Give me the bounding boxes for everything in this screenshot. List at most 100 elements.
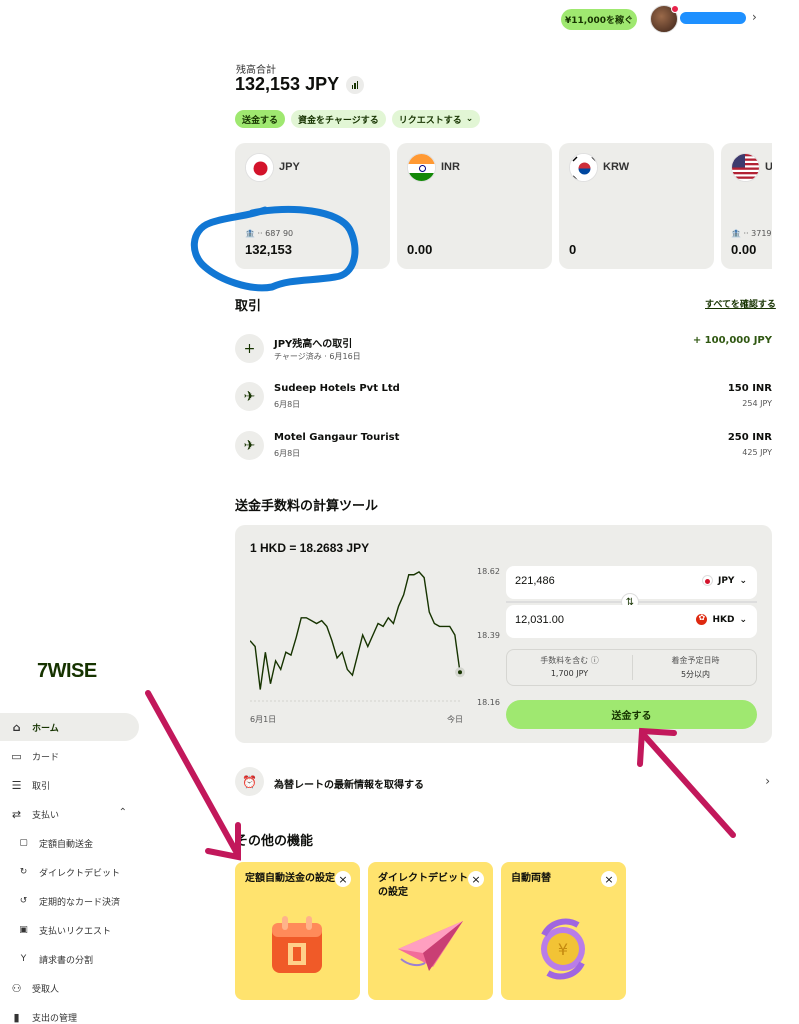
transaction-amount: + 100,000 JPY bbox=[692, 335, 772, 346]
hong-kong-flag-icon bbox=[696, 613, 708, 625]
send-currency-select[interactable]: JPY ⌄ bbox=[701, 575, 747, 586]
redacted-name bbox=[680, 12, 746, 24]
x-tick-label: 今日 bbox=[447, 715, 463, 724]
transaction-converted-amount: 254 JPY bbox=[742, 399, 772, 408]
chevron-right-icon: › bbox=[765, 774, 770, 788]
transaction-row[interactable]: ✈ Sudeep Hotels Pvt Ltd 6月8日 150 INR 254… bbox=[235, 382, 772, 416]
rate-alert-label: 為替レートの最新情報を取得する bbox=[274, 780, 424, 791]
currency-amount: 0.00 bbox=[731, 242, 757, 257]
sidebar-item-cards[interactable]: ▭ カード bbox=[0, 742, 139, 770]
currency-card-krw[interactable]: KRW 0 bbox=[559, 143, 714, 269]
card-icon: ▭ bbox=[11, 749, 22, 763]
see-all-link[interactable]: すべてを確認する bbox=[705, 297, 776, 310]
feature-title: 自動両替 bbox=[511, 873, 551, 884]
sidebar-item-bill-split[interactable]: Y 請求書の分割 bbox=[0, 945, 139, 973]
close-icon[interactable]: × bbox=[601, 871, 617, 887]
currency-card-usd[interactable]: U 🏦 ·· 3719 0.00 bbox=[721, 143, 772, 269]
arrow-to-feature-card bbox=[145, 690, 241, 858]
features-title: その他の機能 bbox=[235, 834, 314, 849]
japan-flag-icon bbox=[245, 153, 274, 182]
account-number: 🏦 ·· 687 90 bbox=[245, 229, 294, 238]
calculator-title: 送金手数料の計算ツール bbox=[235, 499, 379, 514]
exchange-icon: ¥ bbox=[541, 918, 585, 980]
close-icon[interactable]: × bbox=[335, 871, 351, 887]
help-icon[interactable]: ⓘ bbox=[591, 656, 599, 665]
currency-card-inr[interactable]: INR 0.00 bbox=[397, 143, 552, 269]
request-button[interactable]: リクエストする ⌄ bbox=[391, 110, 481, 128]
transaction-title: Motel Gangaur Tourist bbox=[274, 432, 400, 443]
fee-label: 手数料を含む ⓘ bbox=[540, 656, 599, 665]
fee-summary: 手数料を含む ⓘ 1,700 JPY 着金予定日時 5分以内 bbox=[506, 649, 757, 686]
sidebar-item-payments[interactable]: ⇄ 支払い ⌃ bbox=[0, 800, 139, 828]
rate-series-line bbox=[250, 570, 461, 690]
calendar-icon: ▢ bbox=[19, 838, 28, 848]
receive-amount-value[interactable]: 12,031.00 bbox=[515, 614, 564, 626]
refresh-icon: ↻ bbox=[19, 867, 28, 877]
fee-value: 1,700 JPY bbox=[550, 669, 589, 678]
eta-label: 着金予定日時 bbox=[671, 656, 720, 665]
send-button[interactable]: 送金する bbox=[235, 110, 286, 128]
balance-total: 132,153 JPY bbox=[235, 74, 340, 94]
exchange-rate: 1 HKD = 18.2683 JPY bbox=[250, 541, 370, 555]
sidebar-item-direct-debits[interactable]: ↻ ダイレクトデビット bbox=[0, 858, 139, 886]
transaction-subtitle: 6月8日 bbox=[274, 449, 301, 458]
eta-value: 5分以内 bbox=[680, 670, 711, 679]
currency-amount: 0 bbox=[569, 242, 577, 257]
paper-plane-icon bbox=[398, 921, 463, 971]
earn-rewards-button[interactable]: ¥11,000を稼ぐ bbox=[561, 9, 637, 30]
currency-amount: 0.00 bbox=[407, 242, 433, 257]
currency-amount: 132,153 bbox=[245, 242, 292, 257]
sidebar-item-insights[interactable]: ▮ 支出の管理 bbox=[0, 1003, 139, 1024]
sidebar-item-scheduled-transfers[interactable]: ▢ 定額自動送金 bbox=[0, 829, 139, 857]
bar-chart-icon[interactable] bbox=[346, 76, 364, 94]
transaction-row[interactable]: ✈ Motel Gangaur Tourist 6月8日 250 INR 425… bbox=[235, 431, 772, 465]
usa-flag-icon bbox=[731, 153, 760, 182]
y-tick-label: 18.39 bbox=[477, 631, 500, 640]
rate-chart[interactable] bbox=[250, 565, 470, 705]
sidebar-item-transactions[interactable]: ☰ 取引 bbox=[0, 771, 139, 799]
x-tick-label: 6月1日 bbox=[250, 715, 277, 724]
y-tick-label: 18.16 bbox=[477, 698, 500, 707]
currency-code: KRW bbox=[603, 161, 630, 173]
chevron-right-icon[interactable]: › bbox=[752, 10, 757, 24]
plus-icon: + bbox=[235, 334, 264, 363]
receive-amount-field[interactable]: 12,031.00 HKD⌄ bbox=[506, 605, 757, 638]
request-icon: ▣ bbox=[19, 925, 28, 935]
feature-card-auto-conversion[interactable]: 自動両替 × ¥ bbox=[501, 862, 626, 1000]
feature-card-scheduled-transfer[interactable]: 定額自動送金の設定 × bbox=[235, 862, 360, 1000]
currency-code: U bbox=[765, 161, 772, 173]
sidebar-item-payment-requests[interactable]: ▣ 支払いリクエスト bbox=[0, 916, 139, 944]
sidebar-item-recurring-card-payments[interactable]: ↺ 定期的なカード決済 bbox=[0, 887, 139, 915]
currency-code: INR bbox=[441, 161, 460, 173]
svg-text:¥: ¥ bbox=[558, 940, 568, 959]
chevron-down-icon: ⌄ bbox=[465, 114, 474, 124]
send-amount-value[interactable]: 221,486 bbox=[515, 575, 555, 587]
korea-flag-icon bbox=[569, 153, 598, 182]
japan-flag-icon bbox=[701, 575, 713, 586]
chevron-up-icon: ⌃ bbox=[118, 807, 127, 818]
wise-logo[interactable]: 7WISE bbox=[37, 660, 97, 683]
transaction-title: JPY残高への取引 bbox=[274, 339, 353, 350]
sidebar-item-home[interactable]: ⌂ ホーム bbox=[0, 713, 139, 741]
alarm-clock-icon: ⏰ bbox=[235, 767, 264, 796]
travel-icon: ✈ bbox=[235, 382, 264, 411]
currency-card-jpy[interactable]: JPY 🏦 ·· 687 90 132,153 bbox=[235, 143, 390, 269]
close-icon[interactable]: × bbox=[468, 871, 484, 887]
transaction-amount: 250 INR bbox=[727, 432, 772, 443]
receive-currency-select[interactable]: HKD⌄ bbox=[696, 613, 747, 625]
transaction-title: Sudeep Hotels Pvt Ltd bbox=[274, 383, 400, 394]
transaction-subtitle: 6月8日 bbox=[274, 400, 301, 409]
transaction-row[interactable]: + JPY残高への取引 チャージ済み · 6月16日 + 100,000 JPY bbox=[235, 334, 772, 368]
calculator-send-button[interactable]: 送金する bbox=[506, 700, 757, 729]
feature-title: 定額自動送金の設定 bbox=[245, 873, 335, 884]
feature-card-direct-debit[interactable]: ダイレクトデビットの設定 × bbox=[368, 862, 493, 1000]
y-tick-label: 18.62 bbox=[477, 567, 500, 576]
transaction-converted-amount: 425 JPY bbox=[742, 448, 772, 457]
rate-alert-row[interactable]: ⏰ 為替レートの最新情報を取得する › bbox=[235, 767, 772, 796]
sidebar-item-recipients[interactable]: ⚇ 受取人 bbox=[0, 974, 139, 1002]
recurring-icon: ↺ bbox=[19, 896, 28, 906]
transactions-title: 取引 bbox=[235, 299, 262, 314]
add-money-button[interactable]: 資金をチャージする bbox=[291, 110, 386, 128]
calendar-icon bbox=[272, 916, 322, 973]
currency-cards: JPY 🏦 ·· 687 90 132,153 INR 0.00 KRW 0 U… bbox=[235, 143, 772, 269]
